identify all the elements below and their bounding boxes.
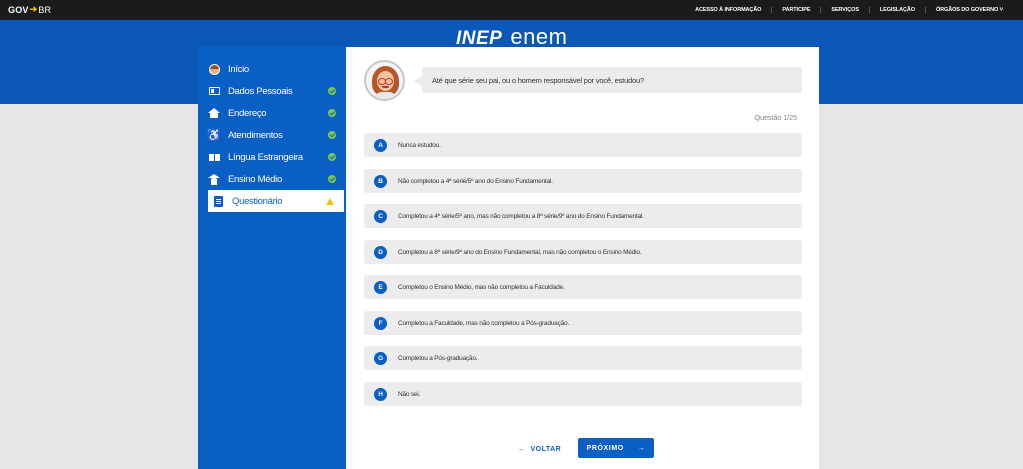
next-label: PRÓXIMO <box>586 444 624 452</box>
option-h[interactable]: H Não sei. <box>364 382 802 406</box>
option-text: Completou a 8ª série/9º ano do Ensino Fu… <box>398 248 642 256</box>
tutor-avatar <box>364 60 405 101</box>
question-text: Até que série seu pai, ou o homem respon… <box>432 75 644 85</box>
option-f[interactable]: F Completou a Faculdade, mas não complet… <box>364 311 802 335</box>
sidebar-item-label: Início <box>228 63 249 75</box>
sidebar-item-inicio[interactable]: Início <box>198 58 346 80</box>
sidebar-item-lingua-estrangeira[interactable]: Língua Estrangeira <box>198 146 346 168</box>
option-letter: E <box>374 280 387 294</box>
gov-br-logo[interactable]: GOV ➔ BR <box>8 4 51 15</box>
option-text: Não completou a 4ª série/5º ano do Ensin… <box>398 177 553 185</box>
link-legislacao[interactable]: LEGISLAÇÃO <box>868 7 925 13</box>
option-letter: G <box>374 351 387 365</box>
questionnaire-panel: Até que série seu pai, ou o homem respon… <box>346 47 819 469</box>
avatar-icon <box>208 63 220 75</box>
arrow-left-icon: ← <box>518 445 526 453</box>
next-button[interactable]: PRÓXIMO → <box>578 438 654 458</box>
sidebar-item-label: Ensino Médio <box>228 173 282 185</box>
chevron-down-icon: ˅ <box>999 7 1004 13</box>
sidebar-item-ensino-medio[interactable]: Ensino Médio <box>198 168 346 190</box>
sidebar-item-dados-pessoais[interactable]: Dados Pessoais <box>198 80 346 102</box>
orgaos-label: ÓRGÃOS DO GOVERNO <box>935 7 999 13</box>
house-icon <box>208 107 220 119</box>
option-letter: H <box>374 387 387 401</box>
option-g[interactable]: G Completou a Pós-graduação. <box>364 346 802 370</box>
option-d[interactable]: D Completou a 8ª série/9º ano do Ensino … <box>364 240 802 264</box>
sidebar-item-questionario[interactable]: Questionário <box>208 190 344 212</box>
link-participe[interactable]: PARTICIPE <box>771 7 820 13</box>
check-icon <box>328 175 336 183</box>
option-letter: C <box>374 209 387 223</box>
option-letter: F <box>374 316 387 330</box>
option-b[interactable]: B Não completou a 4ª série/5º ano do Ens… <box>364 169 802 193</box>
link-servicos[interactable]: SERVIÇOS <box>820 7 869 13</box>
back-label: VOLTAR <box>530 445 562 453</box>
gov-top-bar: GOV ➔ BR ACESSO À INFORMAÇÃO PARTICIPE S… <box>0 0 1023 20</box>
graduation-icon <box>208 173 220 185</box>
option-e[interactable]: E Completou o Ensino Médio, mas não comp… <box>364 275 802 299</box>
gov-links: ACESSO À INFORMAÇÃO PARTICIPE SERVIÇOS L… <box>685 0 1013 20</box>
sidebar-item-label: Dados Pessoais <box>228 85 293 97</box>
gov-logo-text: GOV <box>8 4 29 15</box>
check-icon <box>328 153 336 161</box>
option-text: Completou a Faculdade, mas não completou… <box>398 319 570 327</box>
sidebar-item-label: Endereço <box>228 107 267 119</box>
link-orgaos-governo[interactable]: ÓRGÃOS DO GOVERNO ˅ <box>924 7 1013 13</box>
arrow-right-icon: → <box>637 444 646 452</box>
option-text: Completou o Ensino Médio, mas não comple… <box>398 283 565 291</box>
sidebar-item-label: Língua Estrangeira <box>228 151 303 163</box>
check-icon <box>328 87 336 95</box>
option-text: Completou a Pós-graduação. <box>398 354 478 362</box>
warning-icon <box>326 197 334 205</box>
sidebar-item-label: Atendimentos <box>228 129 283 141</box>
question-counter: Questão 1/25 <box>754 113 797 122</box>
sidebar: Início Dados Pessoais Endereço ♿ Atendim… <box>198 47 346 469</box>
clipboard-icon <box>212 195 224 207</box>
option-text: Completou a 4ª série/5º ano, mas não com… <box>398 212 644 220</box>
check-icon <box>328 131 336 139</box>
option-c[interactable]: C Completou a 4ª série/5º ano, mas não c… <box>364 204 802 228</box>
option-text: Nunca estudou. <box>398 141 441 149</box>
option-text: Não sei. <box>398 390 421 398</box>
sidebar-item-endereco[interactable]: Endereço <box>198 102 346 124</box>
gov-arrow-icon: ➔ <box>29 4 38 14</box>
sidebar-item-atendimentos[interactable]: ♿ Atendimentos <box>198 124 346 146</box>
option-letter: B <box>374 174 387 188</box>
option-a[interactable]: A Nunca estudou. <box>364 133 802 157</box>
check-icon <box>328 109 336 117</box>
link-acesso-informacao[interactable]: ACESSO À INFORMAÇÃO <box>685 7 771 13</box>
option-letter: D <box>374 245 387 259</box>
question-bubble: Até que série seu pai, ou o homem respon… <box>414 67 802 93</box>
accessibility-icon: ♿ <box>206 128 222 142</box>
option-letter: A <box>374 138 387 152</box>
br-logo-text: BR <box>38 4 52 15</box>
back-button[interactable]: ← VOLTAR <box>518 439 561 459</box>
sidebar-item-label: Questionário <box>232 195 283 207</box>
id-card-icon <box>208 85 220 97</box>
language-icon <box>208 151 220 163</box>
